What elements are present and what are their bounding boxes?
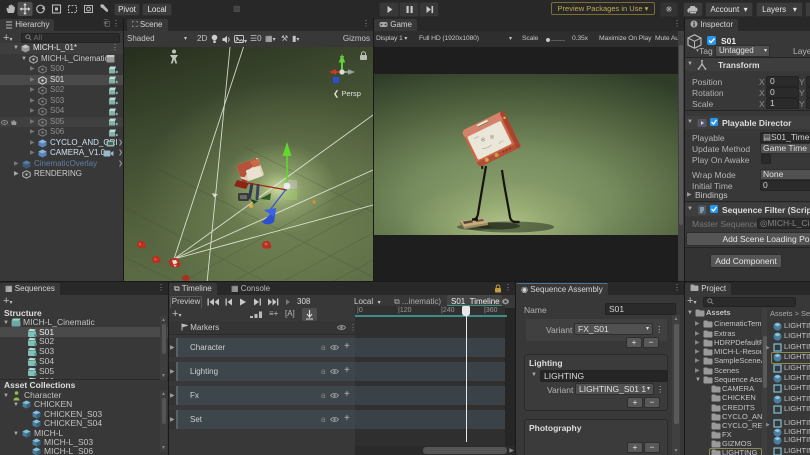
svg-text:❮ Persp: ❮ Persp — [333, 89, 361, 98]
